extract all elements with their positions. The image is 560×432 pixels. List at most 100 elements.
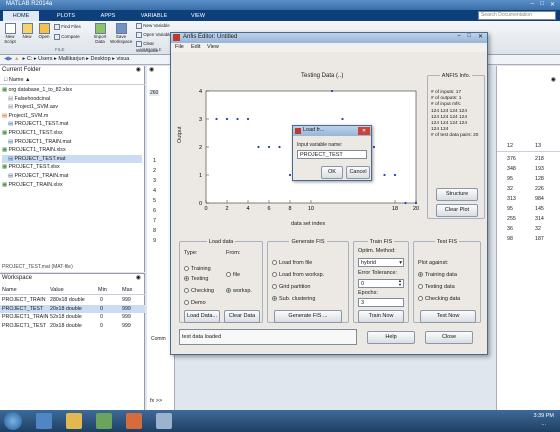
test-now-button[interactable]: Test Now xyxy=(420,310,476,323)
tab-variable[interactable]: VARIABLE xyxy=(132,11,176,21)
command-prompt[interactable]: fx >> xyxy=(150,398,162,404)
table-row[interactable]: 95 128 xyxy=(497,174,560,184)
search-input[interactable]: Search Documentation xyxy=(478,11,556,20)
taskbar-app-icon[interactable] xyxy=(96,413,112,429)
save-workspace-button[interactable]: Save Workspace xyxy=(110,23,132,44)
open-button[interactable]: Open xyxy=(37,23,51,39)
table-row[interactable]: PROJECT1_TEST 20x18 double 0 999 xyxy=(0,322,145,331)
import-data-button[interactable]: Import Data xyxy=(92,23,108,44)
col-max[interactable]: Max xyxy=(122,286,132,295)
variable-name-input[interactable]: PROJECT_TEST xyxy=(297,150,367,159)
table-row[interactable]: 348 193 xyxy=(497,164,560,174)
table-row[interactable]: 313 984 xyxy=(497,194,560,204)
new-script-button[interactable]: New Script xyxy=(3,23,17,44)
path-segment[interactable]: visua xyxy=(116,56,129,62)
radio-training[interactable]: Training xyxy=(184,266,211,272)
taskbar-app-icon[interactable] xyxy=(66,413,82,429)
tab-plots[interactable]: PLOTS xyxy=(48,11,84,21)
column-header[interactable]: 13 xyxy=(535,143,541,149)
table-row[interactable]: 376 218 xyxy=(497,154,560,164)
path-segment[interactable]: Desktop xyxy=(90,56,110,62)
list-item[interactable]: ▦ PROJECT1_TEST.xlsx xyxy=(2,129,142,138)
new-button[interactable]: New xyxy=(20,23,34,39)
list-item[interactable]: ▤ Project1_SVM.asv xyxy=(2,103,142,112)
list-item[interactable]: ▤ Falsehoodcinal xyxy=(2,95,142,104)
table-row[interactable]: 95 145 xyxy=(497,204,560,214)
close-icon[interactable]: ✕ xyxy=(358,127,370,135)
name-column-header[interactable]: □ Name ▲ xyxy=(0,76,145,85)
clear-data-button[interactable]: Clear Data xyxy=(224,310,260,323)
radio-load-from-file[interactable]: Load from file xyxy=(272,260,312,266)
folder-up-icon[interactable]: ▲ xyxy=(14,56,19,62)
column-header[interactable]: 12 xyxy=(507,143,513,149)
maximize-icon[interactable]: □ xyxy=(467,33,471,39)
radio-sub-clustering[interactable]: Sub. clustering xyxy=(272,296,315,302)
cancel-button[interactable]: Cancel xyxy=(346,166,370,179)
taskbar-app-icon[interactable] xyxy=(156,413,172,429)
start-button[interactable] xyxy=(4,412,22,430)
col-name[interactable]: Name xyxy=(2,286,17,295)
path-segment[interactable]: C: xyxy=(27,56,33,62)
col-value[interactable]: Value xyxy=(50,286,64,295)
radio-workspace[interactable]: worksp. xyxy=(226,288,252,294)
panel-menu-icon[interactable]: ◉ xyxy=(551,76,556,83)
path-segment[interactable]: Users xyxy=(38,56,52,62)
clear-plot-button[interactable]: Clear Plot xyxy=(436,204,478,217)
list-item[interactable]: ▤ Project1_SVM.m xyxy=(2,112,142,121)
structure-button[interactable]: Structure xyxy=(436,188,478,201)
help-button[interactable]: Help xyxy=(367,331,415,344)
spinner-icon[interactable]: ▲ ▼ xyxy=(398,280,402,287)
epochs-input[interactable]: 3 xyxy=(358,298,404,307)
table-row[interactable]: 98 187 xyxy=(497,234,560,244)
close-icon[interactable]: ✕ xyxy=(550,1,555,8)
radio-checking-data[interactable]: Checking data xyxy=(418,296,460,302)
radio-testing-data[interactable]: Testing data xyxy=(418,284,455,290)
radio-demo[interactable]: Demo xyxy=(184,300,206,306)
list-item[interactable]: ▦ org database_1_to_82.xlsx xyxy=(2,86,142,95)
optim-method-select[interactable]: hybrid ▾ xyxy=(358,258,404,267)
radio-testing[interactable]: Testing xyxy=(184,276,208,282)
radio-training-data[interactable]: Training data xyxy=(418,272,457,278)
taskbar-app-icon[interactable] xyxy=(36,413,52,429)
new-variable-button[interactable]: New Variable xyxy=(136,22,176,29)
clock-date[interactable]: ... xyxy=(541,421,546,427)
panel-menu-icon[interactable]: ◉ xyxy=(136,66,141,73)
tab-home[interactable]: HOME xyxy=(3,11,39,21)
list-item[interactable]: ▤ PROJECT1_TEST.mat xyxy=(2,120,142,129)
train-now-button[interactable]: Train Now xyxy=(358,310,404,323)
editor-tab[interactable]: 260 xyxy=(149,90,160,96)
radio-checking[interactable]: Checking xyxy=(184,288,214,294)
menu-file[interactable]: File xyxy=(175,43,184,52)
close-icon[interactable]: ✕ xyxy=(478,33,483,40)
find-files-button[interactable]: Find Files xyxy=(54,23,90,30)
table-row[interactable]: PROJECT1_TRAIN 52x18 double 0 999 xyxy=(0,313,145,322)
error-tolerance-input[interactable]: 0 ▲ ▼ xyxy=(358,279,404,288)
ok-button[interactable]: OK xyxy=(321,166,343,179)
table-row[interactable]: 32 226 xyxy=(497,184,560,194)
list-item-selected[interactable]: ▤ PROJECT_TEST.mat xyxy=(2,154,142,164)
generate-fis-button[interactable]: Generate FIS ... xyxy=(274,310,342,323)
tab-view[interactable]: VIEW xyxy=(180,11,216,21)
maximize-icon[interactable]: □ xyxy=(540,1,544,7)
menu-edit[interactable]: Edit xyxy=(191,43,200,52)
panel-menu-icon[interactable]: ◉ xyxy=(136,274,141,281)
back-icon[interactable]: ◀▶ xyxy=(4,56,12,62)
menu-view[interactable]: View xyxy=(207,43,219,52)
minimize-icon[interactable]: – xyxy=(458,33,461,39)
compare-button[interactable]: Compare xyxy=(54,33,90,40)
list-item[interactable]: ▤ PROJECT_TRAIN.mat xyxy=(2,172,142,181)
path-segment[interactable]: Mallikarjun xyxy=(58,56,84,62)
table-row[interactable]: PROJECT_TEST 20x18 double 0 999 xyxy=(0,304,145,313)
table-row[interactable]: PROJECT_TRAIN 280x18 double 0 999 xyxy=(0,296,145,305)
taskbar-app-icon[interactable] xyxy=(126,413,142,429)
list-item[interactable]: ▤ PROJECT1_TRAIN.mat xyxy=(2,138,142,147)
clock[interactable]: 3:39 PM xyxy=(534,413,554,419)
table-row[interactable]: 36 32 xyxy=(497,224,560,234)
load-data-button[interactable]: Load Data... xyxy=(184,310,220,323)
radio-grid-partition[interactable]: Grid partition xyxy=(272,284,311,290)
list-item[interactable]: ▦ PROJECT_TRAIN.xlsx xyxy=(2,181,142,190)
panel-menu-icon[interactable]: ◉ xyxy=(149,66,154,73)
tab-apps[interactable]: APPS xyxy=(90,11,126,21)
list-item[interactable]: ▦ PROJECT1_TRAIN.xlsx xyxy=(2,146,142,155)
table-row[interactable]: 255 314 xyxy=(497,214,560,224)
